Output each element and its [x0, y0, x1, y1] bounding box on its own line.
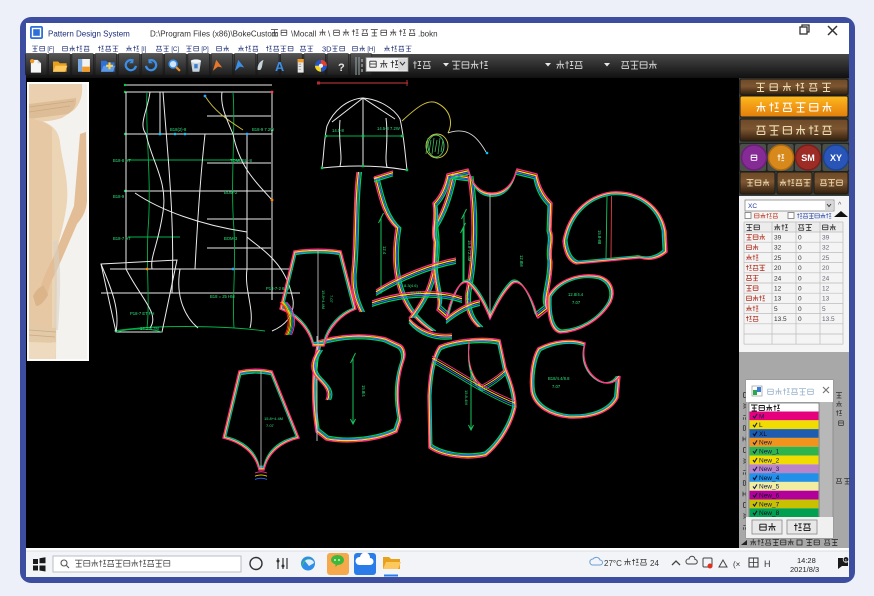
svg-text:25: 25: [774, 255, 782, 262]
svg-text:D:\Program Files (x86)\BokeCus: D:\Program Files (x86)\BokeCustom: [150, 30, 279, 39]
svg-text:12: 12: [822, 286, 830, 293]
svg-text:?: ?: [338, 62, 345, 74]
svg-text:27°C: 27°C: [604, 559, 622, 568]
svg-text:14.5-8: 14.5-8: [332, 128, 345, 133]
svg-text:12: 12: [774, 286, 782, 293]
svg-text:L: L: [759, 422, 763, 429]
svg-text:15.8+4.4M: 15.8+4.4M: [321, 290, 326, 309]
svg-text:7.07: 7.07: [329, 295, 334, 304]
svg-text:0: 0: [798, 296, 802, 303]
svg-text:13: 13: [822, 296, 830, 303]
svg-text:0: 0: [798, 235, 802, 242]
svg-text:24: 24: [650, 559, 659, 568]
svg-text:B18-9 7.2W: B18-9 7.2W: [252, 127, 274, 132]
svg-text:[I]: [I]: [141, 47, 146, 53]
svg-text:0: 0: [798, 316, 802, 323]
svg-text:B18/4.4/8.8: B18/4.4/8.8: [548, 376, 570, 381]
svg-text:A: A: [275, 59, 284, 74]
svg-text:New_7: New_7: [759, 501, 780, 508]
svg-text:12.4: 12.4: [382, 246, 387, 255]
svg-text:7.07: 7.07: [572, 300, 581, 305]
svg-text:B18(2)-8: B18(2)-8: [170, 127, 187, 132]
svg-text:.bokn: .bokn: [418, 30, 438, 39]
svg-text:25: 25: [822, 255, 830, 262]
svg-text:SM: SM: [801, 153, 815, 163]
svg-text:New_2: New_2: [759, 457, 780, 464]
svg-text:20: 20: [822, 265, 830, 272]
svg-text:(×: (×: [733, 560, 741, 569]
svg-text:7.07: 7.07: [266, 423, 275, 428]
svg-text:B18-8 HT: B18-8 HT: [113, 158, 131, 163]
svg-text:B18-9: B18-9: [113, 194, 125, 199]
svg-text:BOM-3: BOM-3: [224, 236, 238, 241]
svg-text:15.8/4: 15.8/4: [361, 385, 366, 397]
svg-text:B18-7 HT: B18-7 HT: [113, 236, 131, 241]
svg-text:14:28: 14:28: [797, 556, 816, 565]
svg-text:B18 = 25 HM: B18 = 25 HM: [210, 294, 235, 299]
svg-text:[P]: [P]: [201, 47, 209, 53]
svg-text:0: 0: [798, 306, 802, 313]
svg-text:New_1: New_1: [759, 449, 780, 456]
svg-text:P18-7 ET FH: P18-7 ET FH: [130, 311, 154, 316]
svg-text:24: 24: [774, 275, 782, 282]
svg-text:2.4M: 2.4M: [467, 252, 472, 262]
svg-text:New_8: New_8: [759, 510, 780, 517]
svg-text:20: 20: [774, 265, 782, 272]
svg-text:TOMEBL -8: TOMEBL -8: [230, 158, 253, 163]
svg-text:2021/8/3: 2021/8/3: [790, 565, 819, 574]
svg-text:24: 24: [822, 275, 830, 282]
svg-text:12.8/4.4: 12.8/4.4: [568, 292, 584, 297]
svg-text:15.8+4.4M: 15.8+4.4M: [264, 416, 283, 421]
svg-text:New_5: New_5: [759, 484, 780, 491]
svg-text:14.2-8 7M: 14.2-8 7M: [140, 326, 159, 331]
svg-text:13.5: 13.5: [822, 316, 835, 323]
svg-text:M: M: [759, 413, 764, 420]
svg-text:15.8-4M: 15.8-4M: [464, 390, 469, 405]
svg-text:0: 0: [798, 275, 802, 282]
svg-text:New_4: New_4: [759, 475, 780, 482]
svg-text:0: 0: [798, 265, 802, 272]
svg-text:5: 5: [822, 306, 826, 313]
svg-text:32: 32: [822, 245, 830, 252]
svg-text:39: 39: [822, 235, 830, 242]
svg-text:14.5-8 7.2W: 14.5-8 7.2W: [377, 126, 400, 131]
svg-text:XY: XY: [830, 153, 842, 163]
svg-text:[F]: [F]: [47, 47, 54, 53]
svg-text:13: 13: [774, 296, 782, 303]
svg-text:15.8-7: 15.8-7: [467, 240, 472, 253]
svg-text:\Mocall: \Mocall: [291, 30, 317, 39]
svg-text:15.8M: 15.8M: [410, 290, 421, 295]
svg-text:15.8-88: 15.8-88: [597, 230, 602, 245]
svg-text:H: H: [764, 559, 771, 569]
svg-text:[H]: [H]: [367, 47, 375, 53]
svg-text:New: New: [759, 440, 772, 447]
svg-text:7.07: 7.07: [552, 384, 561, 389]
svg-text:New_6: New_6: [759, 493, 780, 500]
svg-text:8.3(4.6): 8.3(4.6): [404, 283, 418, 288]
svg-text:32: 32: [774, 245, 782, 252]
svg-text:12.8M: 12.8M: [519, 255, 524, 267]
svg-text:XC: XC: [748, 203, 757, 210]
svg-text:0: 0: [798, 245, 802, 252]
svg-text:3D: 3D: [322, 45, 332, 54]
svg-text:[C]: [C]: [171, 47, 179, 53]
svg-text:0: 0: [798, 255, 802, 262]
svg-text:39: 39: [774, 235, 782, 242]
svg-text:5: 5: [774, 306, 778, 313]
svg-text:New_3: New_3: [759, 466, 780, 473]
svg-text:Pattern Design System: Pattern Design System: [48, 30, 130, 39]
svg-text:BOM-2: BOM-2: [224, 190, 238, 195]
svg-text:XL: XL: [759, 431, 767, 438]
svg-text:0: 0: [798, 286, 802, 293]
svg-text:13.5: 13.5: [774, 316, 787, 323]
